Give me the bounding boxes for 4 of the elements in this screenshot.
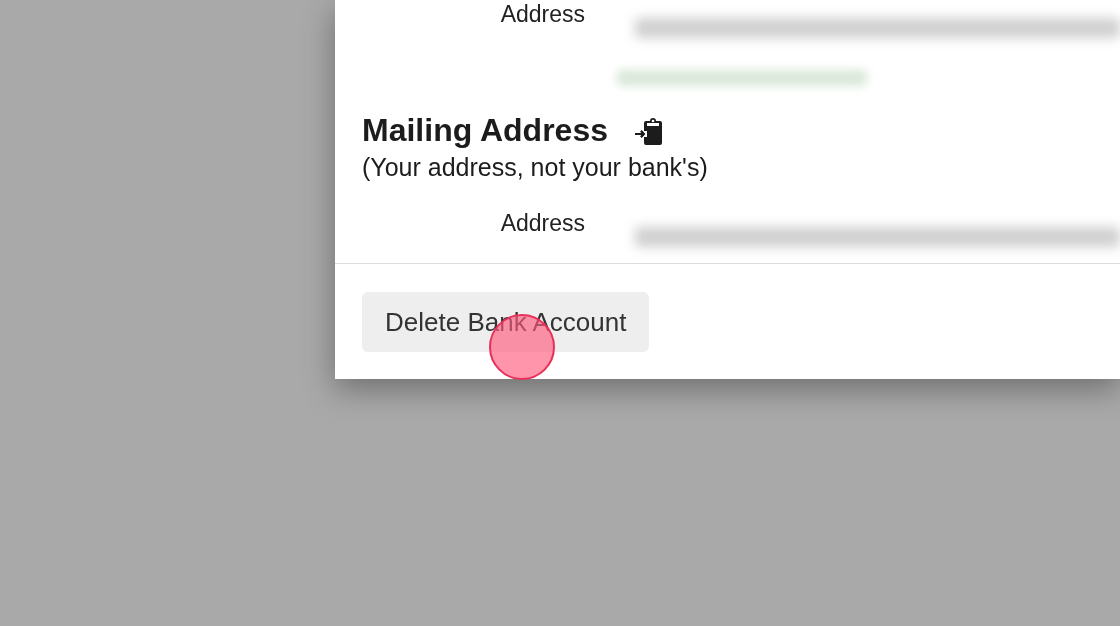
field-label: Address — [500, 0, 585, 29]
section-subtitle: (Your address, not your bank's) — [361, 154, 708, 180]
field-label: Address — [500, 209, 585, 238]
section-heading: Mailing Address — [362, 112, 608, 148]
